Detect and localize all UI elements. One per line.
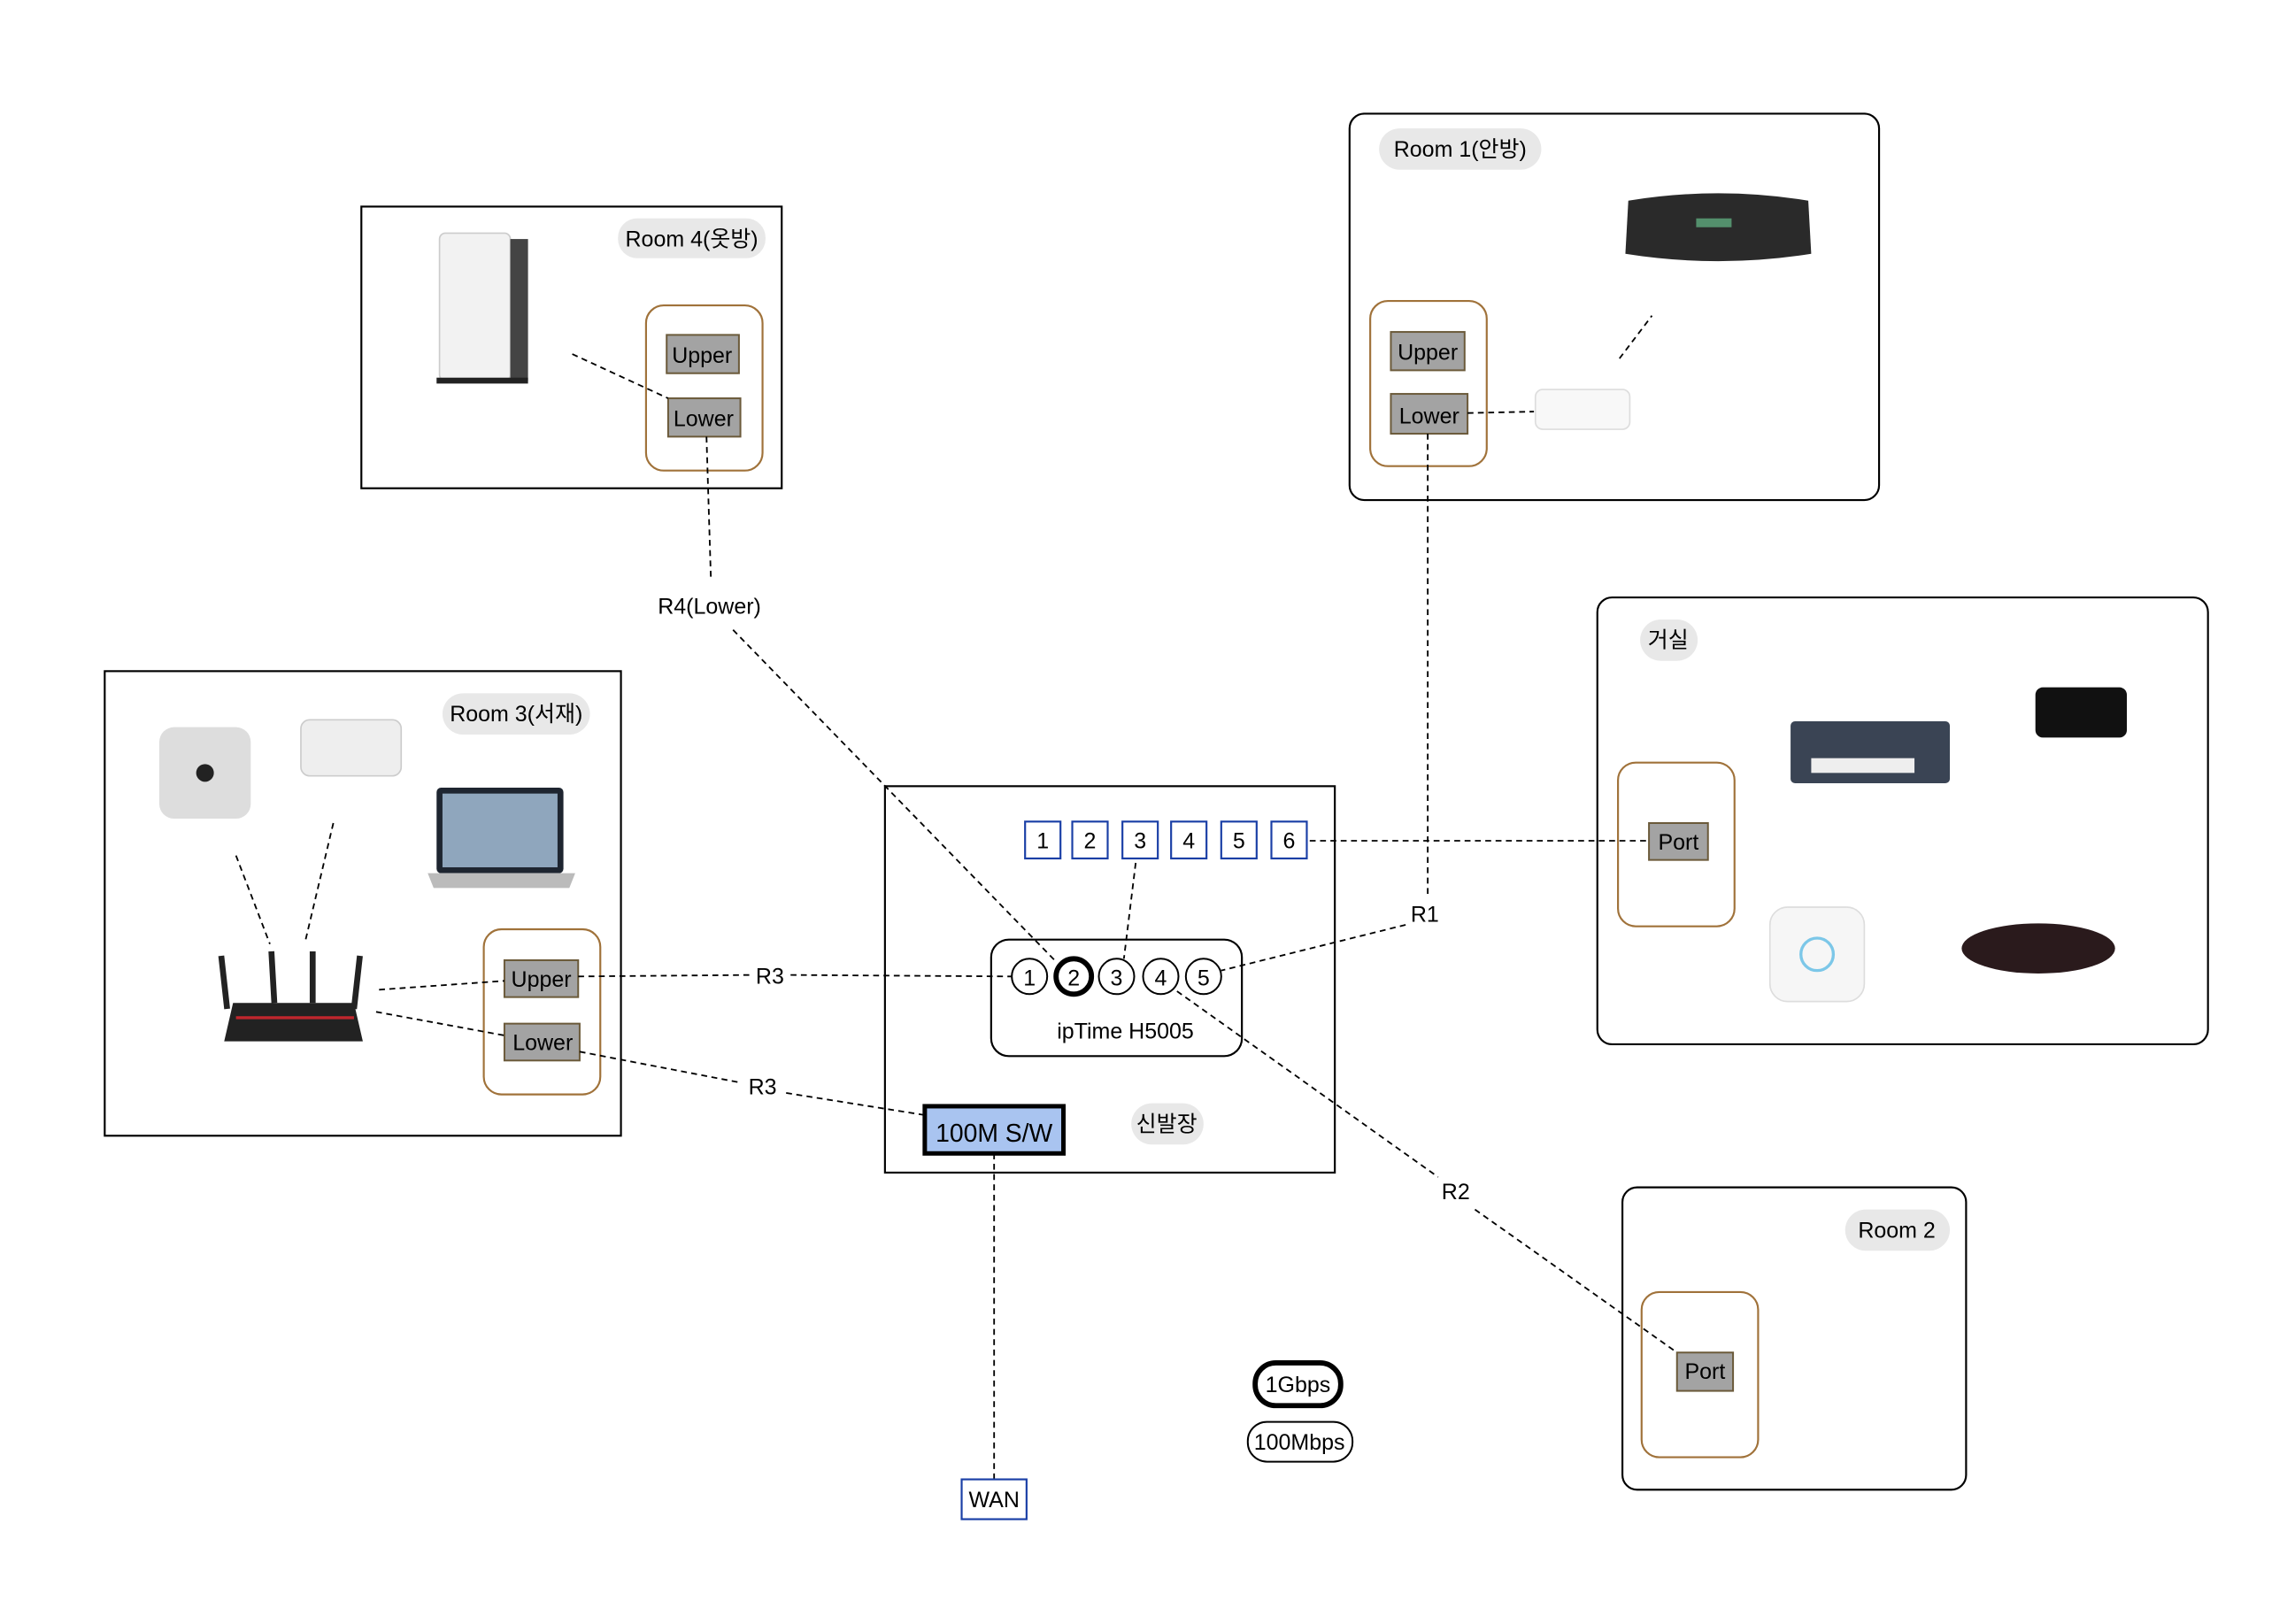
room-1-upper-label: Upper xyxy=(1398,341,1458,366)
room-4-lower-label: Lower xyxy=(674,407,734,432)
router-to-macmini-link xyxy=(235,855,271,944)
entry-closet-label: 신발장 xyxy=(1136,1112,1198,1136)
r4-link-upper-segment xyxy=(705,436,712,581)
r2-link-b xyxy=(1474,1208,1678,1354)
room-3-lower-label: Lower xyxy=(512,1031,573,1056)
r3-upper-link-label: R3 xyxy=(756,965,784,989)
room-3: Room 3(서재) Upper Lower xyxy=(104,670,622,1137)
r2-link-label: R2 xyxy=(1442,1180,1470,1205)
r3-upper-link-a xyxy=(578,974,752,978)
room-1-label: Room 1(안방) xyxy=(1394,137,1527,162)
router-port-4-label: 4 xyxy=(1155,966,1167,990)
airport-to-stereo-link xyxy=(1619,315,1653,359)
legend-100mbps-label: 100Mbps xyxy=(1254,1430,1345,1455)
patch-panel: 1 2 3 4 5 6 xyxy=(1024,820,1308,860)
harmony-hub-image xyxy=(1961,923,2115,974)
room-1-wall-outlet xyxy=(1369,299,1488,467)
airport-express-image xyxy=(1534,389,1631,430)
patch-port-2-label: 2 xyxy=(1084,828,1097,853)
patch-port-3-label: 3 xyxy=(1134,828,1146,853)
r3-lower-link-label: R3 xyxy=(749,1075,777,1100)
mac-mini-image xyxy=(300,719,403,777)
router-port-3-label: 3 xyxy=(1111,966,1123,990)
patch-port-1-label: 1 xyxy=(1036,828,1049,853)
room-4-label: Room 4(옷방) xyxy=(626,227,759,251)
living-room-label: 거실 xyxy=(1648,628,1689,653)
router-to-upper-link xyxy=(379,980,504,991)
living-room-box xyxy=(1596,596,2209,1046)
asus-router-image xyxy=(218,951,363,1042)
router-to-macmini2-link xyxy=(304,822,335,942)
bose-stereo-image xyxy=(1625,193,1812,262)
wan-label: WAN xyxy=(969,1488,1020,1512)
r3-lower-link-b xyxy=(786,1092,926,1116)
legend: 1Gbps 100Mbps xyxy=(1246,1360,1354,1463)
hue-bridge-image xyxy=(1768,906,1866,1003)
lower-to-airport-link xyxy=(1467,411,1535,414)
network-switch-image xyxy=(1791,721,1951,784)
router-port-1-label: 1 xyxy=(1023,966,1036,990)
nas-to-lower-link xyxy=(572,353,669,399)
patch-port-5-label: 5 xyxy=(1233,828,1245,853)
living-room-port-label: Port xyxy=(1659,830,1699,855)
room-3-label: Room 3(서재) xyxy=(450,702,582,727)
apple-logo-icon xyxy=(196,764,214,782)
router-to-lower-link xyxy=(375,1011,505,1036)
r4-link-lower-segment xyxy=(732,629,1057,963)
patch-port-6-label: 6 xyxy=(1283,828,1296,853)
network-diagram: Room 4(옷방) Upper Lower Room 1(안방) Upper … xyxy=(104,112,2209,1520)
r4-link-label: R4(Lower) xyxy=(658,594,761,619)
macbook-image xyxy=(427,788,575,889)
legend-1gbps-label: 1Gbps xyxy=(1266,1373,1331,1397)
100m-switch-label: 100M S/W xyxy=(936,1120,1052,1148)
room-2: Room 2 Port xyxy=(1621,1186,1968,1491)
nas-device-image xyxy=(436,232,528,384)
patch-port-4-label: 4 xyxy=(1182,828,1195,853)
room-4-upper-label: Upper xyxy=(672,343,732,368)
room-2-label: Room 2 xyxy=(1858,1218,1935,1243)
room-3-upper-label: Upper xyxy=(512,967,572,992)
room-4: Room 4(옷방) Upper Lower xyxy=(360,205,783,489)
entry-closet: 1 2 3 4 5 6 1 2 3 4 5 ipTime H5005 100M … xyxy=(883,785,1336,1174)
r1-link-to-port5 xyxy=(1221,924,1406,972)
room-3-wall-outlet xyxy=(482,927,602,1096)
apple-tv-image xyxy=(2035,687,2128,738)
router-port-5-label: 5 xyxy=(1198,966,1210,990)
router-name: ipTime H5005 xyxy=(1057,1019,1194,1043)
r1-link-label: R1 xyxy=(1411,903,1439,927)
router-port-2-label: 2 xyxy=(1067,966,1080,990)
room-1-box xyxy=(1348,112,1881,502)
r3-upper-link-b xyxy=(790,974,1013,978)
living-room: 거실 Port xyxy=(1596,596,2209,1046)
room-4-wall-outlet xyxy=(644,304,764,472)
r3-lower-link-a xyxy=(579,1051,741,1084)
room-1: Room 1(안방) Upper Lower xyxy=(1348,112,1881,502)
room-2-port-label: Port xyxy=(1685,1359,1726,1384)
room-1-lower-label: Lower xyxy=(1399,404,1459,428)
